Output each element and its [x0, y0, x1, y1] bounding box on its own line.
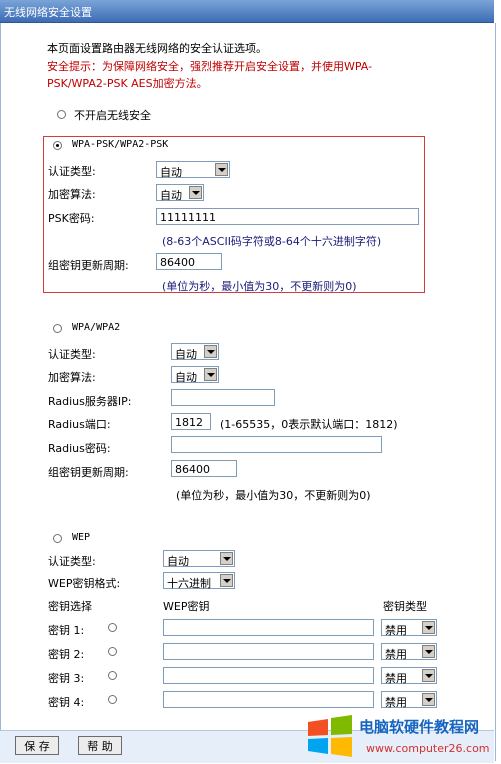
wpa-radio[interactable]	[53, 324, 62, 333]
wpa-enc-value: 自动	[175, 371, 197, 384]
wpa-psk-renew-value: 86400	[160, 256, 195, 269]
windows-logo-icon	[308, 715, 352, 757]
intro-text: 本页面设置路由器无线网络的安全认证选项。	[47, 42, 267, 55]
wpa-auth-select[interactable]: 自动	[171, 343, 219, 361]
help-button[interactable]: 帮 助	[78, 736, 122, 755]
key-4-radio[interactable]	[108, 695, 117, 704]
chevron-down-icon[interactable]	[215, 163, 228, 176]
key-3-type-select[interactable]: 禁用	[381, 667, 437, 685]
radius-port-hint: (1-65535，0表示默认端口：1812)	[220, 418, 398, 431]
radius-password-input[interactable]	[171, 436, 382, 453]
wpa-psk-enc-label: 加密算法:	[48, 188, 96, 201]
key-1-input[interactable]	[163, 619, 374, 636]
wpa-psk-renew-label: 组密钥更新周期:	[48, 259, 129, 272]
wpa-psk-enc-select[interactable]: 自动	[156, 184, 204, 202]
wpa-renew-label: 组密钥更新周期:	[48, 466, 129, 479]
radius-ip-input[interactable]	[171, 389, 275, 406]
wep-key-header: WEP密钥	[163, 600, 210, 613]
key-2-type-value: 禁用	[385, 648, 407, 661]
psk-password-value: 11111111	[160, 211, 216, 224]
chevron-down-icon[interactable]	[220, 574, 233, 587]
key-select-header: 密钥选择	[48, 600, 92, 613]
chevron-down-icon[interactable]	[422, 693, 435, 706]
key-3-label: 密钥 3:	[48, 672, 85, 685]
wpa-title: WPA/WPA2	[72, 322, 121, 333]
security-hint-line2: PSK/WPA2-PSK AES加密方法。	[47, 77, 208, 90]
wpa-renew-value: 86400	[175, 463, 210, 476]
key-4-type-select[interactable]: 禁用	[381, 691, 437, 709]
wep-radio[interactable]	[53, 534, 62, 543]
key-1-type-select[interactable]: 禁用	[381, 619, 437, 637]
wpa-auth-label: 认证类型:	[48, 348, 96, 361]
radius-port-input[interactable]: 1812	[171, 413, 211, 430]
key-4-label: 密钥 4:	[48, 696, 85, 709]
key-1-radio[interactable]	[108, 623, 117, 632]
key-4-type-value: 禁用	[385, 696, 407, 709]
wep-format-value: 十六进制	[167, 577, 211, 590]
site-url: www.computer26.com	[366, 742, 490, 755]
key-3-type-value: 禁用	[385, 672, 407, 685]
key-4-input[interactable]	[163, 691, 374, 708]
key-2-input[interactable]	[163, 643, 374, 660]
wpa-psk-radio[interactable]	[53, 141, 62, 150]
wpa-enc-select[interactable]: 自动	[171, 366, 219, 384]
save-button[interactable]: 保 存	[15, 736, 59, 755]
window-title: 无线网络安全设置	[4, 6, 92, 19]
chevron-down-icon[interactable]	[422, 669, 435, 682]
wep-auth-value: 自动	[167, 555, 189, 568]
wep-format-select[interactable]: 十六进制	[163, 572, 235, 590]
wpa-enc-label: 加密算法:	[48, 371, 96, 384]
chevron-down-icon[interactable]	[422, 621, 435, 634]
site-name: 电脑软硬件教程网	[359, 718, 480, 736]
chevron-down-icon[interactable]	[189, 186, 202, 199]
radius-ip-label: Radius服务器IP:	[48, 395, 132, 408]
wep-format-label: WEP密钥格式:	[48, 577, 121, 590]
key-2-label: 密钥 2:	[48, 648, 85, 661]
key-1-label: 密钥 1:	[48, 624, 85, 637]
wep-auth-select[interactable]: 自动	[163, 550, 235, 568]
radius-port-value: 1812	[175, 416, 203, 429]
wep-title: WEP	[72, 532, 91, 543]
psk-password-hint: (8-63个ASCII码字符或8-64个十六进制字符)	[162, 235, 382, 248]
wpa-psk-title: WPA-PSK/WPA2-PSK	[72, 139, 169, 150]
no-security-label: 不开启无线安全	[74, 109, 151, 122]
wpa-renew-input[interactable]: 86400	[171, 460, 237, 477]
wpa-renew-hint: (单位为秒，最小值为30，不更新则为0)	[176, 489, 371, 502]
window-titlebar: 无线网络安全设置	[0, 0, 494, 23]
key-type-header: 密钥类型	[383, 600, 427, 613]
wpa-auth-value: 自动	[175, 348, 197, 361]
wep-auth-label: 认证类型:	[48, 555, 96, 568]
wpa-psk-auth-label: 认证类型:	[48, 165, 96, 178]
wpa-psk-enc-value: 自动	[160, 189, 182, 202]
no-security-radio[interactable]	[57, 110, 66, 119]
security-hint-line1: 安全提示：为保障网络安全，强烈推荐开启安全设置，并使用WPA-	[47, 60, 373, 73]
key-2-type-select[interactable]: 禁用	[381, 643, 437, 661]
key-2-radio[interactable]	[108, 647, 117, 656]
wpa-psk-auth-select[interactable]: 自动	[156, 161, 230, 179]
wpa-psk-renew-input[interactable]: 86400	[156, 253, 222, 270]
radius-port-label: Radius端口:	[48, 418, 111, 431]
key-1-type-value: 禁用	[385, 624, 407, 637]
chevron-down-icon[interactable]	[204, 345, 217, 358]
wpa-psk-renew-hint: (单位为秒，最小值为30，不更新则为0)	[162, 280, 357, 293]
site-watermark: 电脑软硬件教程网 www.computer26.com	[304, 712, 499, 762]
wpa-psk-auth-value: 自动	[160, 166, 182, 179]
chevron-down-icon[interactable]	[220, 552, 233, 565]
chevron-down-icon[interactable]	[204, 368, 217, 381]
psk-password-label: PSK密码:	[48, 212, 95, 225]
psk-password-input[interactable]: 11111111	[156, 208, 419, 225]
key-3-input[interactable]	[163, 667, 374, 684]
chevron-down-icon[interactable]	[422, 645, 435, 658]
key-3-radio[interactable]	[108, 671, 117, 680]
radius-password-label: Radius密码:	[48, 442, 111, 455]
